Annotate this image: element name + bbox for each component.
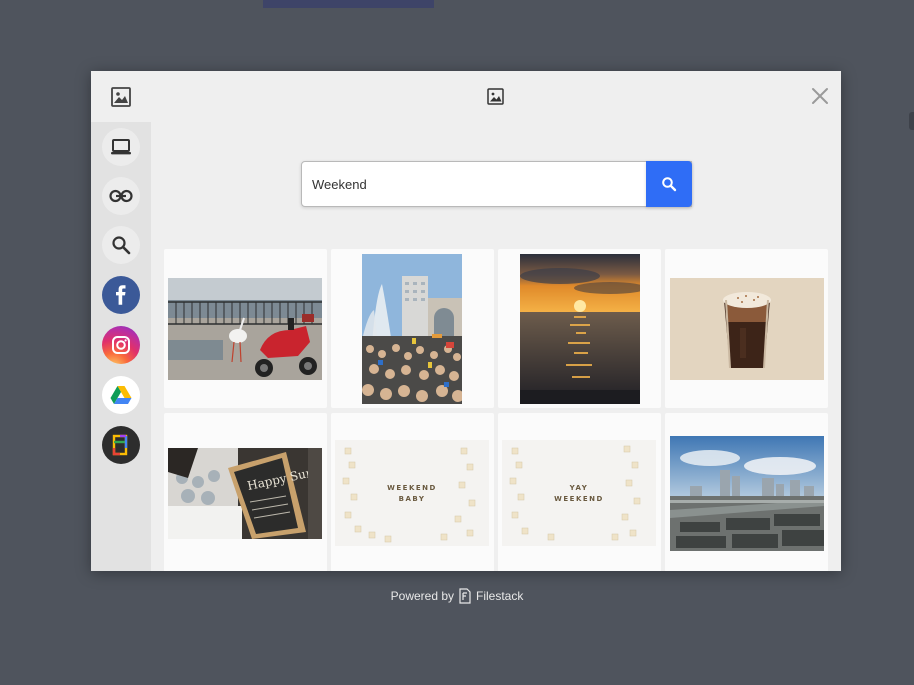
result-thumbnail <box>520 254 640 404</box>
file-picker-modal: Happy Sun WEEKEND BABY <box>91 71 841 571</box>
image-result-tile[interactable]: Happy Sun <box>164 413 327 571</box>
result-thumbnail <box>670 436 824 551</box>
close-icon[interactable] <box>807 83 833 109</box>
image-results-grid: Happy Sun WEEKEND BABY YAY WEEKEND <box>164 249 829 571</box>
sidebar-item-facebook[interactable] <box>102 276 140 314</box>
tile-word-1: WEEKEND <box>387 484 437 492</box>
search-field <box>301 161 692 207</box>
filestack-brand-link[interactable]: Filestack <box>458 588 523 604</box>
google-drive-icon <box>110 386 132 404</box>
google-photos-icon <box>112 434 128 456</box>
sidebar-item-link[interactable] <box>102 177 140 215</box>
image-icon <box>487 88 504 105</box>
image-result-tile[interactable] <box>498 249 661 408</box>
image-result-tile[interactable] <box>665 249 828 408</box>
image-result-tile[interactable] <box>164 249 327 408</box>
result-thumbnail <box>362 254 462 404</box>
source-sidebar <box>91 122 151 571</box>
background-header-strip <box>263 0 434 8</box>
search-input[interactable] <box>302 162 691 206</box>
search-icon <box>662 177 677 192</box>
facebook-icon <box>116 285 126 305</box>
sidebar-item-web-search[interactable] <box>102 226 140 264</box>
filestack-logo-icon <box>459 588 471 604</box>
image-result-tile[interactable] <box>331 249 494 408</box>
search-icon <box>112 236 131 255</box>
tile-word-2: WEEKEND <box>554 495 604 503</box>
sidebar-item-google-photos[interactable] <box>102 426 140 464</box>
instagram-icon <box>112 336 130 354</box>
tile-word-2: BABY <box>399 495 426 503</box>
laptop-icon <box>111 139 131 155</box>
result-thumbnail: YAY WEEKEND <box>502 440 656 546</box>
sidebar-item-instagram[interactable] <box>102 326 140 364</box>
image-result-tile[interactable]: WEEKEND BABY <box>331 413 494 571</box>
image-icon <box>111 87 131 107</box>
image-result-tile[interactable]: YAY WEEKEND <box>498 413 661 571</box>
filestack-brand-label: Filestack <box>476 589 524 603</box>
search-button[interactable] <box>646 161 692 207</box>
powered-by-label: Powered by <box>390 589 455 603</box>
result-thumbnail: WEEKEND BABY <box>335 440 489 546</box>
sidebar-item-google-drive[interactable] <box>102 376 140 414</box>
result-thumbnail: Happy Sun <box>168 448 322 539</box>
background-edge-handle <box>909 112 914 130</box>
sidebar-item-my-device[interactable] <box>102 128 140 166</box>
modal-header <box>91 71 841 122</box>
link-icon <box>109 189 133 203</box>
tile-word-1: YAY <box>569 484 589 492</box>
image-result-tile[interactable] <box>665 413 828 571</box>
result-thumbnail <box>168 278 322 380</box>
result-thumbnail <box>670 278 824 380</box>
powered-by-footer: Powered by Filestack <box>0 586 914 606</box>
